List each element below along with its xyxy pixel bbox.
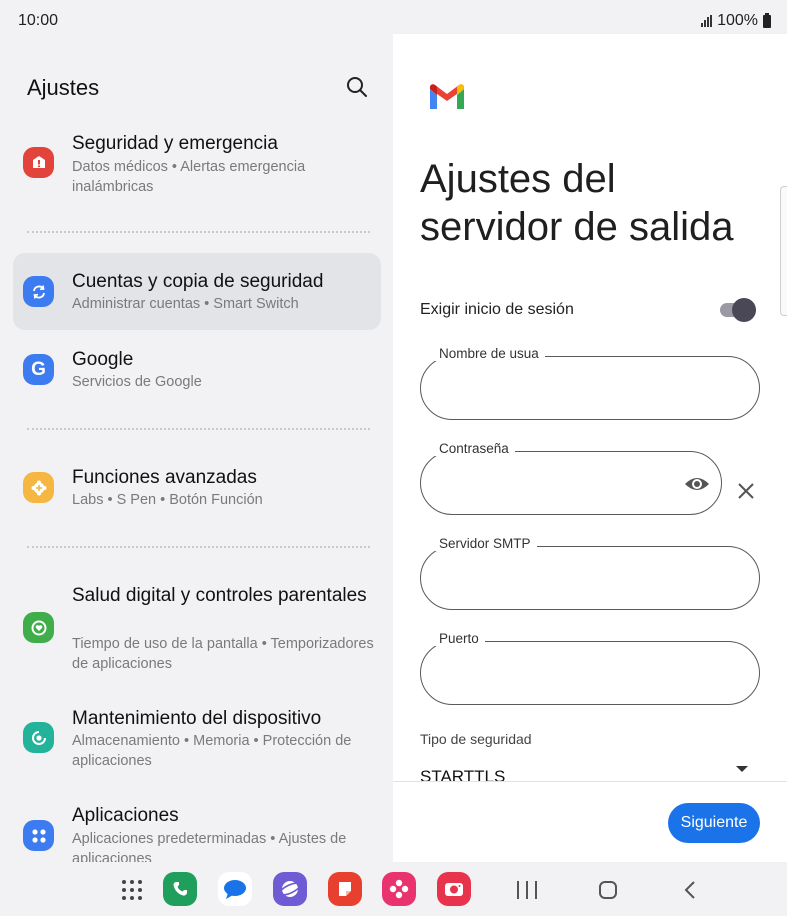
gallery-app-icon[interactable] xyxy=(382,872,416,906)
chevron-down-icon[interactable] xyxy=(736,766,748,772)
search-icon[interactable] xyxy=(345,75,369,99)
settings-item-subtitle: Datos médicos • Alertas emergencia inalá… xyxy=(72,159,306,195)
status-indicators: 100% xyxy=(701,12,771,30)
port-field[interactable]: Puerto xyxy=(420,631,760,705)
eye-icon[interactable] xyxy=(684,471,710,497)
username-field[interactable]: Nombre de usua xyxy=(420,346,760,420)
apps-drawer-icon[interactable] xyxy=(122,880,142,900)
settings-item-apps[interactable]: Aplicaciones Aplicaciones predeterminada… xyxy=(13,795,381,862)
settings-item-subtitle: Aplicaciones predeterminadas • Ajustes d… xyxy=(72,831,347,862)
settings-item-subtitle: Administrar cuentas • Smart Switch xyxy=(72,296,299,312)
smtp-server-input[interactable] xyxy=(439,565,679,591)
settings-item-subtitle: Tiempo de uso de la pantalla • Temporiza… xyxy=(72,636,374,672)
section-divider xyxy=(27,546,370,548)
settings-pane: Ajustes Seguridad y emergencia Datos méd… xyxy=(0,34,393,862)
settings-item-subtitle: Servicios de Google xyxy=(72,374,202,390)
digital-wellbeing-icon xyxy=(23,612,54,643)
device-care-icon xyxy=(23,722,54,753)
settings-item-google[interactable]: G Google Servicios de Google xyxy=(13,335,381,405)
phone-app-icon[interactable] xyxy=(163,872,197,906)
smtp-server-label: Servidor SMTP xyxy=(433,536,537,551)
camera-app-icon[interactable] xyxy=(437,872,471,906)
home-button[interactable] xyxy=(599,881,617,899)
settings-item-title: Aplicaciones xyxy=(72,805,179,826)
smtp-server-field[interactable]: Servidor SMTP xyxy=(420,536,760,610)
section-divider xyxy=(27,231,370,233)
sync-icon xyxy=(23,276,54,307)
navigation-bar xyxy=(0,862,787,916)
username-label: Nombre de usua xyxy=(433,346,545,361)
password-input[interactable] xyxy=(439,470,679,496)
gear-plus-icon xyxy=(23,472,54,503)
page-title: Ajustes del servidor de salida xyxy=(420,157,734,249)
apps-icon xyxy=(23,820,54,851)
settings-item-accounts[interactable]: Cuentas y copia de seguridad Administrar… xyxy=(13,253,381,330)
notes-app-icon[interactable] xyxy=(328,872,362,906)
close-icon[interactable] xyxy=(736,481,756,501)
footer-bar: Siguiente xyxy=(393,781,787,862)
settings-item-title: Mantenimiento del dispositivo xyxy=(72,708,322,729)
internet-app-icon[interactable] xyxy=(273,872,307,906)
require-login-toggle[interactable] xyxy=(720,298,756,322)
security-type-label: Tipo de seguridad xyxy=(420,731,532,747)
password-field[interactable]: Contraseña xyxy=(420,441,722,515)
settings-item-title: Google xyxy=(72,349,134,370)
gmail-setup-pane: Ajustes del servidor de salida Exigir in… xyxy=(393,34,787,862)
require-login-label: Exigir inicio de sesión xyxy=(420,301,574,318)
settings-item-device-care[interactable]: Mantenimiento del dispositivo Almacenami… xyxy=(13,697,381,782)
battery-percent: 100% xyxy=(717,12,758,29)
username-input[interactable] xyxy=(439,375,679,401)
settings-item-safety[interactable]: Seguridad y emergencia Datos médicos • A… xyxy=(13,124,381,206)
settings-item-title: Funciones avanzadas xyxy=(72,467,257,488)
signal-icon xyxy=(701,15,713,27)
gmail-logo-icon xyxy=(430,84,464,109)
google-icon: G xyxy=(23,354,54,385)
messages-app-icon[interactable] xyxy=(218,872,252,906)
pane-resize-handle[interactable] xyxy=(780,186,787,316)
settings-item-title: Salud digital y controles parentales xyxy=(72,585,367,606)
settings-title: Ajustes xyxy=(27,75,100,100)
port-label: Puerto xyxy=(433,631,485,646)
settings-item-subtitle: Labs • S Pen • Botón Función xyxy=(72,492,263,508)
battery-icon xyxy=(763,12,771,28)
next-button[interactable]: Siguiente xyxy=(668,803,760,843)
settings-item-advanced[interactable]: Funciones avanzadas Labs • S Pen • Botón… xyxy=(13,452,381,522)
settings-item-digital-wellbeing[interactable]: Salud digital y controles parentales Tie… xyxy=(13,572,381,682)
port-input[interactable] xyxy=(439,660,679,686)
settings-item-title: Cuentas y copia de seguridad xyxy=(72,271,324,292)
settings-item-title: Seguridad y emergencia xyxy=(72,133,278,154)
toggle-thumb xyxy=(732,298,756,322)
password-label: Contraseña xyxy=(433,441,515,456)
recents-button[interactable] xyxy=(517,881,537,899)
settings-item-subtitle: Almacenamiento • Memoria • Protección de… xyxy=(72,733,352,769)
section-divider xyxy=(27,428,370,430)
status-time: 10:00 xyxy=(18,12,59,29)
back-icon[interactable] xyxy=(682,880,698,900)
shield-alert-icon xyxy=(23,147,54,178)
